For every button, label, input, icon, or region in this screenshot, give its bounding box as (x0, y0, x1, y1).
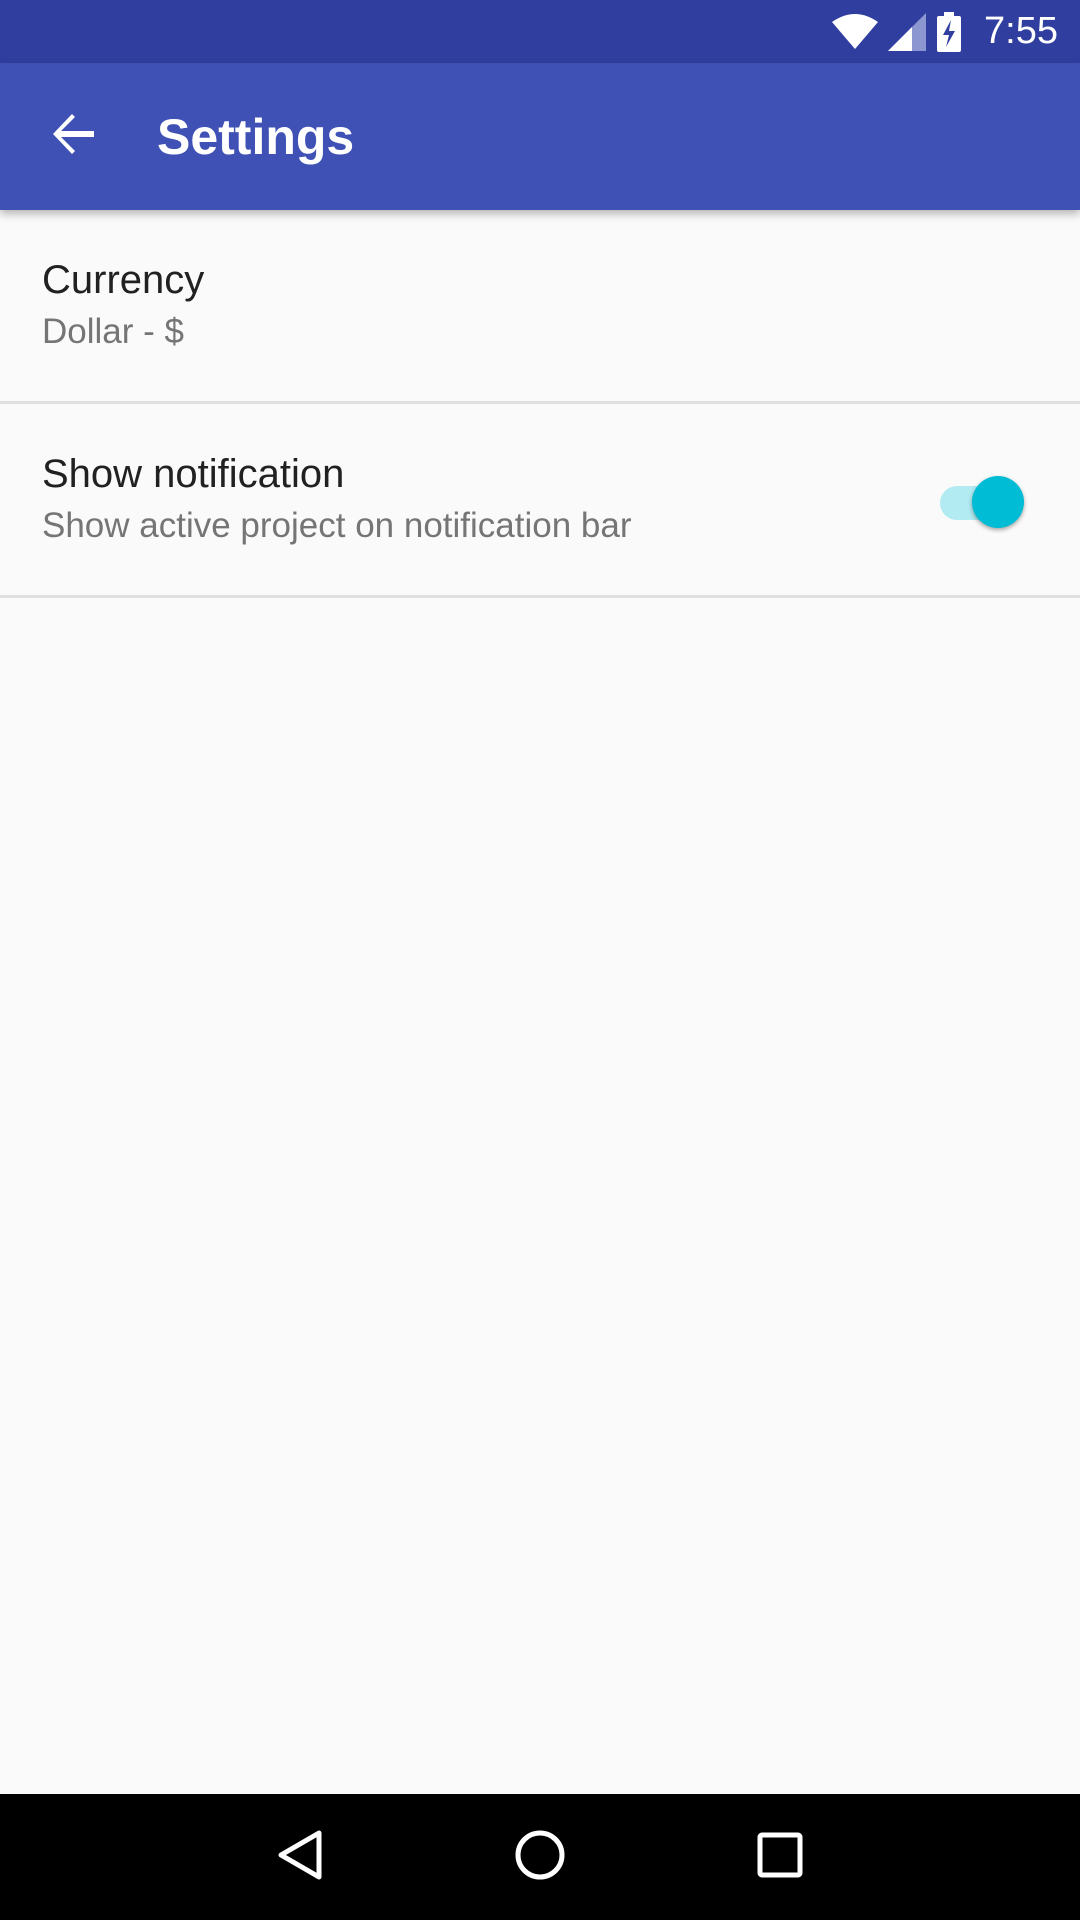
navigation-bar (0, 1794, 1080, 1920)
recents-square-icon (757, 1832, 803, 1883)
setting-summary: Dollar - $ (42, 311, 184, 351)
battery-charging-icon (936, 11, 962, 52)
setting-summary: Show active project on notification bar (42, 505, 632, 545)
back-button[interactable] (0, 63, 148, 210)
setting-title: Show notification (42, 451, 345, 496)
status-time: 7:55 (984, 10, 1058, 52)
signal-icon (888, 12, 927, 51)
nav-back-button[interactable] (255, 1812, 345, 1902)
setting-currency[interactable]: Currency Dollar - $ (0, 210, 1080, 404)
wifi-icon (832, 13, 879, 50)
settings-list: Currency Dollar - $ Show notification Sh… (0, 210, 1080, 598)
status-bar: 7:55 (0, 0, 1080, 63)
arrow-back-icon (52, 112, 96, 161)
page-title: Settings (157, 108, 355, 165)
back-triangle-icon (277, 1829, 323, 1886)
setting-show-notification[interactable]: Show notification Show active project on… (0, 404, 1080, 598)
app-bar: Settings (0, 63, 1080, 210)
toggle-thumb (972, 475, 1024, 528)
notification-toggle[interactable] (940, 470, 1030, 530)
setting-title: Currency (42, 257, 205, 302)
home-circle-icon (514, 1829, 566, 1886)
nav-home-button[interactable] (495, 1812, 585, 1902)
nav-recents-button[interactable] (735, 1812, 825, 1902)
